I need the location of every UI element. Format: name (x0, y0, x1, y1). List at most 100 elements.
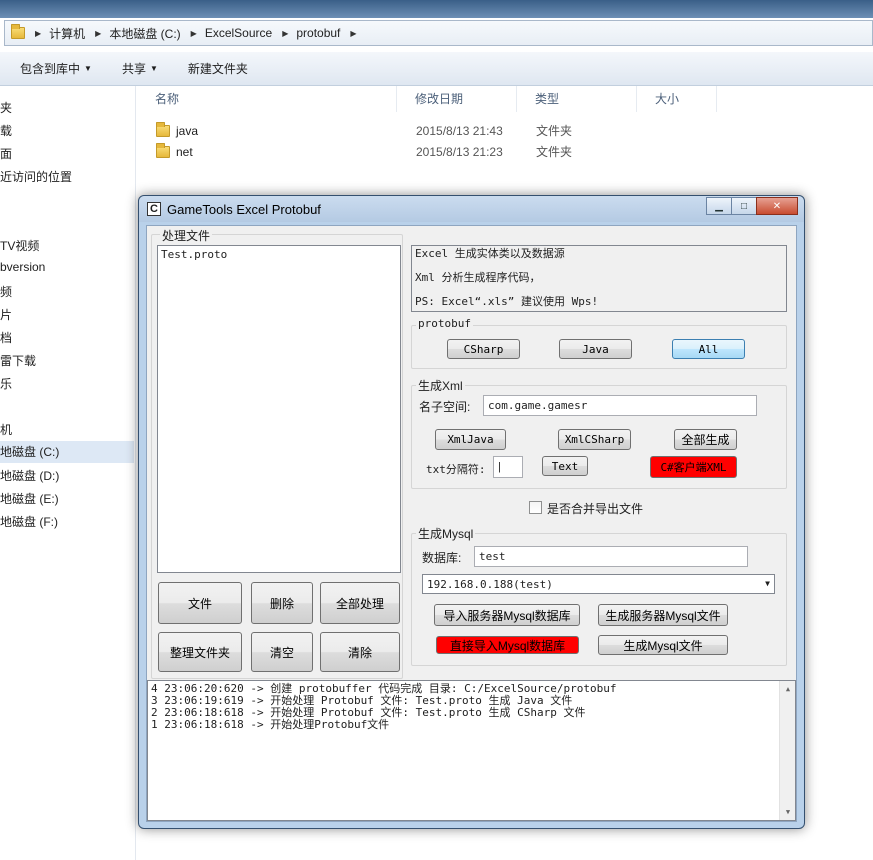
nav-item-downloads[interactable]: 载 (0, 122, 12, 139)
scroll-down-icon[interactable]: ▼ (780, 804, 796, 820)
address-bar[interactable]: ▶ 计算机 ▶ 本地磁盘 (C:) ▶ ExcelSource ▶ protob… (4, 20, 873, 46)
info-line: PS: Excel“.xls” 建议使用 Wps! (415, 295, 599, 308)
column-header: 名称 修改日期 类型 大小 (137, 86, 873, 112)
nav-item-thunder-downloads[interactable]: 雷下载 (0, 352, 36, 369)
organize-folder-button[interactable]: 整理文件夹 (158, 632, 242, 672)
process-files-label: 处理文件 (160, 227, 213, 244)
merge-export-label: 是否合并导出文件 (547, 502, 644, 516)
xml-group-label: 生成Xml (416, 377, 465, 394)
share-button[interactable]: 共享 ▼ (122, 60, 158, 77)
breadcrumb-protobuf[interactable]: protobuf (296, 26, 340, 40)
log-scrollbar[interactable]: ▲ ▼ (779, 681, 795, 820)
import-server-mysql-button[interactable]: 导入服务器Mysql数据库 (434, 604, 580, 626)
nav-item-pictures[interactable]: 片 (0, 306, 12, 323)
xml-csharp-button[interactable]: XmlCSharp (558, 429, 631, 450)
protobuf-group-label: protobuf (416, 317, 473, 330)
nav-item-tv-video[interactable]: TV视频 (0, 237, 39, 254)
text-button[interactable]: Text (542, 456, 588, 476)
nav-item-drive-f[interactable]: 地磁盘 (F:) (0, 513, 58, 530)
file-listbox[interactable]: Test.proto (157, 245, 401, 573)
java-button[interactable]: Java (559, 339, 632, 359)
folder-icon (156, 121, 170, 137)
direct-import-mysql-button[interactable]: 直接导入Mysql数据库 (436, 636, 579, 654)
file-button[interactable]: 文件 (158, 582, 242, 624)
info-line: Xml 分析生成程序代码， (415, 271, 541, 284)
command-bar: 包含到库中 ▼ 共享 ▼ 新建文件夹 (0, 52, 873, 86)
breadcrumb-excelsource[interactable]: ExcelSource (205, 26, 272, 40)
maximize-icon: □ (740, 200, 748, 212)
nav-item-drive-d[interactable]: 地磁盘 (D:) (0, 467, 59, 484)
separator-label: txt分隔符: (426, 463, 486, 476)
breadcrumb-drive-c[interactable]: 本地磁盘 (C:) (109, 25, 180, 42)
new-folder-button[interactable]: 新建文件夹 (188, 60, 248, 77)
column-date[interactable]: 修改日期 (397, 86, 517, 112)
delete-button[interactable]: 删除 (251, 582, 313, 624)
process-all-button[interactable]: 全部处理 (320, 582, 400, 624)
chevron-down-icon: ▼ (765, 579, 770, 588)
list-item[interactable]: Test.proto (158, 246, 400, 263)
scroll-up-icon[interactable]: ▲ (780, 681, 796, 697)
log-line: 1 23:06:18:618 -> 开始处理Protobuf文件 (151, 718, 390, 731)
database-label: 数据库: (422, 551, 462, 565)
info-line: Excel 生成实体类以及数据源 (415, 247, 565, 260)
clear-button[interactable]: 清空 (251, 632, 313, 672)
folder-icon (11, 24, 25, 39)
all-button[interactable]: All (672, 339, 745, 359)
nav-item-documents[interactable]: 档 (0, 329, 12, 346)
chevron-right-icon[interactable]: ▶ (35, 29, 41, 38)
chevron-right-icon[interactable]: ▶ (191, 29, 197, 38)
breadcrumb-computer[interactable]: 计算机 (49, 25, 85, 42)
nav-item-music[interactable]: 乐 (0, 375, 12, 392)
app-icon: C (147, 202, 161, 216)
xml-java-button[interactable]: XmlJava (435, 429, 506, 450)
close-icon: ✕ (772, 200, 782, 212)
generate-mysql-file-button[interactable]: 生成Mysql文件 (598, 635, 728, 655)
nav-item-videos[interactable]: 频 (0, 283, 12, 300)
nav-item-desktop[interactable]: 面 (0, 145, 12, 162)
clean-button[interactable]: 清除 (320, 632, 400, 672)
file-date: 2015/8/13 21:23 (416, 144, 503, 159)
server-select[interactable]: 192.168.0.188(test) ▼ (422, 574, 775, 594)
window-top-strip (0, 0, 873, 18)
app-window: C GameTools Excel Protobuf ▁ □ ✕ 处理文件 Te… (138, 195, 805, 829)
nav-item-drive-e[interactable]: 地磁盘 (E:) (0, 490, 59, 507)
chevron-down-icon: ▼ (84, 64, 92, 73)
separator-input[interactable]: | (493, 456, 523, 478)
chevron-right-icon[interactable]: ▶ (350, 29, 356, 38)
share-label: 共享 (121, 62, 146, 76)
nav-item-recent-places[interactable]: 近访问的位置 (0, 168, 72, 185)
file-row[interactable]: net 2015/8/13 21:23 文件夹 (156, 142, 573, 160)
include-in-library-label: 包含到库中 (20, 62, 81, 76)
file-row[interactable]: java 2015/8/13 21:43 文件夹 (156, 121, 573, 139)
file-type: 文件夹 (536, 145, 573, 159)
nav-item-bversion[interactable]: bversion (0, 260, 45, 274)
navigation-pane: 夹 载 面 近访问的位置 TV视频 bversion 频 片 档 雷下载 乐 机… (0, 86, 136, 860)
database-input[interactable]: test (474, 546, 748, 567)
nav-item-drive-c[interactable]: 地磁盘 (C:) (0, 441, 134, 463)
client-xml-button[interactable]: C#客户端XML (650, 456, 737, 478)
minimize-button[interactable]: ▁ (706, 197, 732, 215)
file-date: 2015/8/13 21:43 (416, 123, 503, 138)
nav-item-computer[interactable]: 机 (0, 421, 12, 438)
column-size[interactable]: 大小 (637, 86, 717, 112)
close-button[interactable]: ✕ (756, 197, 798, 215)
title-bar[interactable]: C GameTools Excel Protobuf ▁ □ ✕ (139, 196, 804, 222)
csharp-button[interactable]: CSharp (447, 339, 520, 359)
namespace-label: 名子空间: (419, 400, 471, 414)
chevron-right-icon[interactable]: ▶ (282, 29, 288, 38)
generate-server-mysql-file-button[interactable]: 生成服务器Mysql文件 (598, 604, 728, 626)
column-name[interactable]: 名称 (137, 86, 397, 112)
file-type: 文件夹 (536, 124, 573, 138)
chevron-right-icon[interactable]: ▶ (95, 29, 101, 38)
server-select-value: 192.168.0.188(test) (427, 577, 553, 591)
log-output[interactable]: 4 23:06:20:620 -> 创建 protobuffer 代码完成 目录… (147, 680, 796, 821)
column-type[interactable]: 类型 (517, 86, 637, 112)
maximize-button[interactable]: □ (731, 197, 757, 215)
chevron-down-icon: ▼ (149, 64, 158, 73)
include-in-library-button[interactable]: 包含到库中 ▼ (20, 60, 92, 77)
minimize-icon: ▁ (715, 200, 723, 212)
generate-all-button[interactable]: 全部生成 (674, 429, 737, 450)
namespace-input[interactable]: com.game.gamesr (483, 395, 757, 416)
nav-item-favorites[interactable]: 夹 (0, 99, 12, 116)
merge-export-checkbox[interactable] (529, 501, 542, 514)
